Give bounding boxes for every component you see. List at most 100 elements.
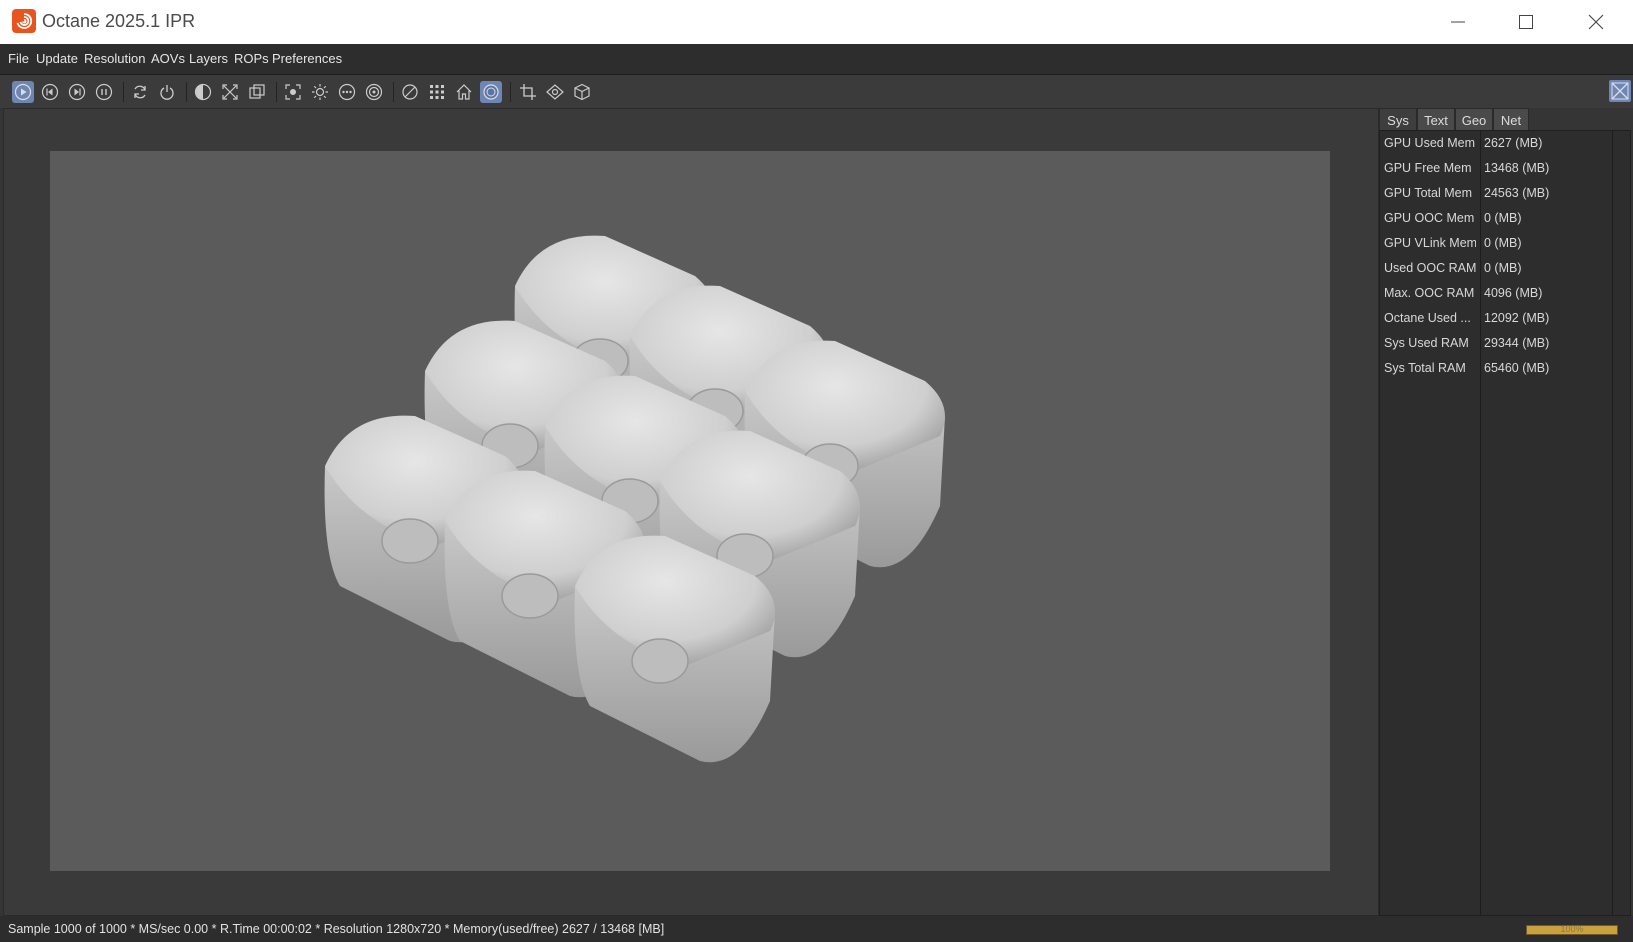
object-button[interactable] xyxy=(571,81,593,103)
stats-panel: Sys Text Geo Net GPU Used Mem 2627 (MB) G… xyxy=(1379,108,1631,916)
stats-value: 65460 (MB) xyxy=(1484,361,1550,375)
toolbar-separator xyxy=(393,82,394,102)
render-toolbar xyxy=(0,75,1633,108)
toolbar-separator xyxy=(510,82,511,102)
menu-rops[interactable]: ROPs xyxy=(234,51,269,66)
maximize-icon xyxy=(1519,15,1533,29)
home-button[interactable] xyxy=(453,81,475,103)
stats-label: Sys Used RAM xyxy=(1384,336,1469,350)
stats-row: Max. OOC RAM 4096 (MB) xyxy=(1380,281,1612,306)
stats-row: GPU Total Mem 24563 (MB) xyxy=(1380,181,1612,206)
tab-sys[interactable]: Sys xyxy=(1379,108,1417,132)
pause-render-button[interactable] xyxy=(93,81,115,103)
play-render-button[interactable] xyxy=(12,81,34,103)
light-icon xyxy=(312,84,328,100)
render-image[interactable] xyxy=(50,151,1330,871)
rendered-cube-grid xyxy=(324,235,945,763)
restart-render-button[interactable] xyxy=(39,81,61,103)
layout-toggle-icon xyxy=(1611,82,1629,100)
stats-row: Sys Used RAM 29344 (MB) xyxy=(1380,331,1612,356)
target-icon xyxy=(365,83,383,101)
status-bar: Sample 1000 of 1000 * MS/sec 0.00 * R.Ti… xyxy=(0,916,1633,942)
window-title: Octane 2025.1 IPR xyxy=(42,11,196,31)
stats-value: 0 (MB) xyxy=(1484,236,1522,250)
power-button[interactable] xyxy=(156,81,178,103)
environment-toggle-button[interactable] xyxy=(480,81,502,103)
stats-label: Octane Used ... xyxy=(1384,311,1471,325)
focus-picker-icon xyxy=(285,84,301,100)
refresh-button[interactable] xyxy=(129,81,151,103)
toolbar-separator xyxy=(123,82,124,102)
title-bar: Octane 2025.1 IPR xyxy=(0,0,1633,44)
status-text: Sample 1000 of 1000 * MS/sec 0.00 * R.Ti… xyxy=(8,922,665,936)
progress-label: 100% xyxy=(1560,924,1584,934)
stats-row: GPU OOC Mem 0 (MB) xyxy=(1380,206,1612,231)
fit-to-view-icon xyxy=(222,84,238,100)
menu-update[interactable]: Update xyxy=(36,51,78,66)
stats-label: Sys Total RAM xyxy=(1384,361,1466,375)
region-render-icon xyxy=(249,84,265,99)
stats-value: 0 (MB) xyxy=(1484,261,1522,275)
more-options-icon xyxy=(338,83,356,101)
clay-mode-button[interactable] xyxy=(399,81,421,103)
menu-aovs[interactable]: AOVs xyxy=(151,51,185,66)
houdini-app-icon xyxy=(12,9,36,33)
stats-value: 12092 (MB) xyxy=(1484,311,1550,325)
menu-file[interactable]: File xyxy=(8,51,29,66)
tab-net[interactable]: Net xyxy=(1493,108,1529,132)
fit-to-view-button[interactable] xyxy=(219,81,241,103)
focus-picker-button[interactable] xyxy=(282,81,304,103)
stats-label: GPU Used Mem xyxy=(1384,136,1475,150)
stats-row: Octane Used ... 12092 (MB) xyxy=(1380,306,1612,331)
stats-value: 2627 (MB) xyxy=(1484,136,1543,150)
menu-preferences[interactable]: Preferences xyxy=(272,51,342,66)
stats-value: 13468 (MB) xyxy=(1484,161,1550,175)
tab-geo[interactable]: Geo xyxy=(1455,108,1493,132)
restart-render-icon xyxy=(41,83,59,101)
stats-row: GPU Used Mem 2627 (MB) xyxy=(1380,131,1612,156)
stats-label: GPU OOC Mem xyxy=(1384,211,1475,225)
maximize-button[interactable] xyxy=(1492,0,1560,44)
close-button[interactable] xyxy=(1562,0,1630,44)
grid-icon xyxy=(430,85,444,99)
contrast-button[interactable] xyxy=(192,81,214,103)
crop-icon xyxy=(520,84,536,100)
light-button[interactable] xyxy=(309,81,331,103)
refresh-icon xyxy=(134,85,146,99)
grid-button[interactable] xyxy=(426,81,448,103)
stats-row: GPU Free Mem 13468 (MB) xyxy=(1380,156,1612,181)
menu-resolution[interactable]: Resolution xyxy=(84,51,145,66)
stats-row: Used OOC RAM 0 (MB) xyxy=(1380,256,1612,281)
contrast-icon xyxy=(194,83,212,101)
crop-button[interactable] xyxy=(517,81,539,103)
target-button[interactable] xyxy=(363,81,385,103)
home-icon xyxy=(456,84,472,100)
pause-render-icon xyxy=(95,83,113,101)
cube-detail xyxy=(501,573,559,619)
stats-table: GPU Used Mem 2627 (MB) GPU Free Mem 13468 … xyxy=(1379,130,1631,916)
play-render-icon xyxy=(14,83,32,101)
layout-toggle-button[interactable] xyxy=(1609,80,1631,102)
minimize-button[interactable] xyxy=(1424,0,1492,44)
column-divider xyxy=(1612,131,1613,915)
stats-value: 24563 (MB) xyxy=(1484,186,1550,200)
more-options-button[interactable] xyxy=(336,81,358,103)
step-render-button[interactable] xyxy=(66,81,88,103)
tab-text[interactable]: Text xyxy=(1417,108,1455,132)
menu-layers[interactable]: Layers xyxy=(189,51,228,66)
stats-value: 4096 (MB) xyxy=(1484,286,1543,300)
environment-toggle-icon xyxy=(483,84,499,100)
camera-view-button[interactable] xyxy=(544,81,566,103)
region-render-button[interactable] xyxy=(246,81,268,103)
cube-detail xyxy=(381,518,439,564)
stats-label: Used OOC RAM xyxy=(1384,261,1476,275)
clay-mode-icon xyxy=(402,84,418,100)
menu-bar: File Update Resolution AOVs Layers ROPs … xyxy=(0,44,1633,75)
toolbar-separator xyxy=(276,82,277,102)
stats-value: 0 (MB) xyxy=(1484,211,1522,225)
stats-label: Max. OOC RAM xyxy=(1384,286,1475,300)
stats-value: 29344 (MB) xyxy=(1484,336,1550,350)
minimize-icon xyxy=(1451,21,1465,23)
camera-view-icon xyxy=(546,84,564,100)
stats-row: Sys Total RAM 65460 (MB) xyxy=(1380,356,1612,381)
